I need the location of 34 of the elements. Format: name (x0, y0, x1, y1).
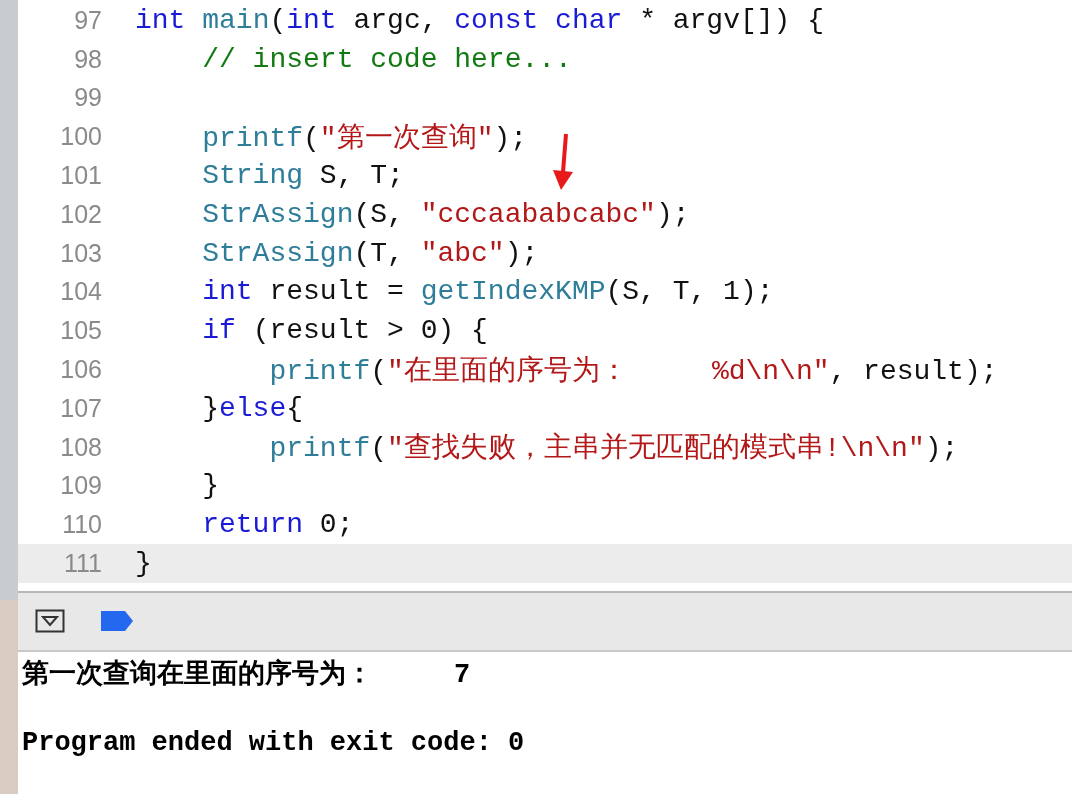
code-line: } (135, 548, 152, 580)
code-line: String S, T; (201, 160, 404, 192)
line-number: 110 (61, 510, 102, 540)
code-line: int main(int argc, const char * argv[]) { (135, 4, 824, 36)
line-number: 98 (73, 44, 102, 74)
line-number: 97 (73, 5, 102, 35)
line-number: 104 (59, 277, 102, 307)
line-number: 107 (59, 393, 102, 423)
code-line: return 0; (201, 509, 354, 541)
console-output: 第一次查询在里面的序号为： 7 (22, 658, 472, 692)
line-number: 106 (59, 355, 102, 385)
code-line: // insert code here... (201, 43, 572, 75)
code-line: }else{ (201, 392, 304, 424)
line-number: 109 (59, 471, 102, 501)
code-line: printf("查找失败，主串并无匹配的模式串!\n\n"); (268, 431, 959, 467)
code-line: StrAssign(T, "abc"); (201, 237, 539, 269)
line-number: 111 (63, 549, 102, 579)
code-line: printf("在里面的序号为： %d\n\n", result); (268, 354, 998, 389)
line-number: 102 (59, 199, 102, 229)
code-line: } (201, 470, 219, 502)
console-output: Program ended with exit code: 0 (22, 727, 526, 760)
breakpoint-icon[interactable] (101, 611, 133, 632)
code-line: StrAssign(S, "cccaababcabc"); (201, 198, 690, 230)
code-line: if (result > 0) { (201, 315, 488, 347)
line-number: 108 (59, 432, 102, 462)
arrow-icon (553, 132, 575, 192)
code-line: printf("第一次查询"); (201, 121, 528, 156)
line-number: 101 (59, 161, 102, 191)
code-line: int result = getIndexKMP(S, T, 1); (201, 276, 774, 308)
line-number: 103 (59, 238, 102, 268)
hide-console-icon[interactable] (35, 609, 65, 634)
line-number: 105 (59, 316, 102, 346)
line-number: 100 (59, 122, 102, 152)
line-number: 99 (73, 83, 102, 113)
